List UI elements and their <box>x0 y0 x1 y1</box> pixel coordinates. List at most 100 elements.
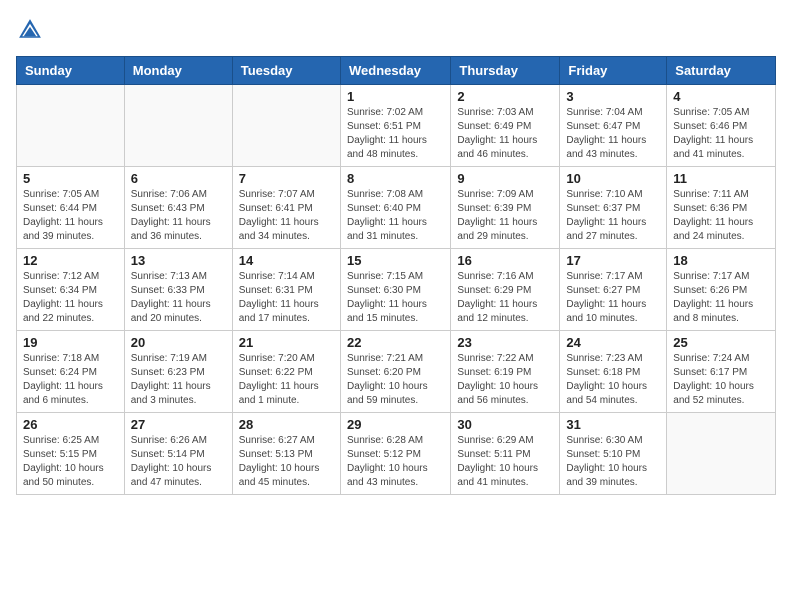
calendar-day-cell: 29 Sunrise: 6:28 AM Sunset: 5:12 PM Dayli… <box>340 413 450 495</box>
calendar-day-cell <box>232 85 340 167</box>
calendar-week-row: 1 Sunrise: 7:02 AM Sunset: 6:51 PM Daylig… <box>17 85 776 167</box>
day-number: 6 <box>131 171 226 186</box>
day-number: 3 <box>566 89 660 104</box>
day-info: Sunrise: 7:13 AM Sunset: 6:33 PM Dayligh… <box>131 270 226 326</box>
day-number: 31 <box>566 417 660 432</box>
calendar-day-cell <box>17 85 125 167</box>
day-number: 19 <box>23 335 118 350</box>
calendar-day-cell: 11Sunrise: 7:11 AM Sunset: 6:36 PM Dayli… <box>667 167 776 249</box>
calendar-day-cell: 8 Sunrise: 7:08 AM Sunset: 6:40 PM Daylig… <box>340 167 450 249</box>
calendar-day-cell: 3Sunrise: 7:04 AM Sunset: 6:47 PM Daylig… <box>560 85 667 167</box>
day-info: Sunrise: 7:21 AM Sunset: 6:20 PM Dayligh… <box>347 352 444 408</box>
day-info: Sunrise: 6:25 AM Sunset: 5:15 PM Dayligh… <box>23 434 118 490</box>
day-info: Sunrise: 7:23 AM Sunset: 6:18 PM Dayligh… <box>566 352 660 408</box>
calendar-day-cell <box>667 413 776 495</box>
day-number: 26 <box>23 417 118 432</box>
calendar-day-cell: 6 Sunrise: 7:06 AM Sunset: 6:43 PM Daylig… <box>124 167 232 249</box>
day-of-week-header: Tuesday <box>232 57 340 85</box>
day-number: 12 <box>23 253 118 268</box>
day-number: 2 <box>457 89 553 104</box>
day-number: 23 <box>457 335 553 350</box>
day-number: 22 <box>347 335 444 350</box>
day-number: 16 <box>457 253 553 268</box>
calendar-day-cell: 13 Sunrise: 7:13 AM Sunset: 6:33 PM Dayli… <box>124 249 232 331</box>
day-number: 10 <box>566 171 660 186</box>
day-info: Sunrise: 7:06 AM Sunset: 6:43 PM Dayligh… <box>131 188 226 244</box>
day-number: 25 <box>673 335 769 350</box>
calendar-day-cell: 24 Sunrise: 7:23 AM Sunset: 6:18 PM Dayli… <box>560 331 667 413</box>
day-info: Sunrise: 7:17 AM Sunset: 6:26 PM Dayligh… <box>673 270 769 326</box>
day-number: 28 <box>239 417 334 432</box>
calendar-day-cell: 28 Sunrise: 6:27 AM Sunset: 5:13 PM Dayli… <box>232 413 340 495</box>
day-number: 7 <box>239 171 334 186</box>
calendar-day-cell <box>124 85 232 167</box>
day-info: Sunrise: 6:27 AM Sunset: 5:13 PM Dayligh… <box>239 434 334 490</box>
calendar-day-cell: 15 Sunrise: 7:15 AM Sunset: 6:30 PM Dayli… <box>340 249 450 331</box>
calendar-week-row: 12 Sunrise: 7:12 AM Sunset: 6:34 PM Dayli… <box>17 249 776 331</box>
calendar-day-cell: 18Sunrise: 7:17 AM Sunset: 6:26 PM Dayli… <box>667 249 776 331</box>
day-info: Sunrise: 7:02 AM Sunset: 6:51 PM Dayligh… <box>347 106 444 162</box>
calendar-table: SundayMondayTuesdayWednesdayThursdayFrid… <box>16 56 776 495</box>
day-info: Sunrise: 7:24 AM Sunset: 6:17 PM Dayligh… <box>673 352 769 408</box>
day-info: Sunrise: 7:15 AM Sunset: 6:30 PM Dayligh… <box>347 270 444 326</box>
day-of-week-header: Monday <box>124 57 232 85</box>
day-number: 14 <box>239 253 334 268</box>
day-info: Sunrise: 6:28 AM Sunset: 5:12 PM Dayligh… <box>347 434 444 490</box>
logo <box>16 16 48 44</box>
calendar-day-cell: 25 Sunrise: 7:24 AM Sunset: 6:17 PM Dayli… <box>667 331 776 413</box>
day-number: 9 <box>457 171 553 186</box>
day-number: 4 <box>673 89 769 104</box>
calendar-day-cell: 1 Sunrise: 7:02 AM Sunset: 6:51 PM Daylig… <box>340 85 450 167</box>
calendar-day-cell: 17 Sunrise: 7:17 AM Sunset: 6:27 PM Dayli… <box>560 249 667 331</box>
day-info: Sunrise: 7:18 AM Sunset: 6:24 PM Dayligh… <box>23 352 118 408</box>
day-info: Sunrise: 7:08 AM Sunset: 6:40 PM Dayligh… <box>347 188 444 244</box>
calendar-day-cell: 12 Sunrise: 7:12 AM Sunset: 6:34 PM Dayli… <box>17 249 125 331</box>
day-number: 15 <box>347 253 444 268</box>
day-number: 11 <box>673 171 769 186</box>
day-of-week-header: Thursday <box>451 57 560 85</box>
calendar-day-cell: 23 Sunrise: 7:22 AM Sunset: 6:19 PM Dayli… <box>451 331 560 413</box>
day-number: 5 <box>23 171 118 186</box>
calendar-header-row: SundayMondayTuesdayWednesdayThursdayFrid… <box>17 57 776 85</box>
day-info: Sunrise: 7:09 AM Sunset: 6:39 PM Dayligh… <box>457 188 553 244</box>
day-number: 21 <box>239 335 334 350</box>
day-of-week-header: Saturday <box>667 57 776 85</box>
day-info: Sunrise: 6:26 AM Sunset: 5:14 PM Dayligh… <box>131 434 226 490</box>
day-info: Sunrise: 7:07 AM Sunset: 6:41 PM Dayligh… <box>239 188 334 244</box>
day-info: Sunrise: 7:14 AM Sunset: 6:31 PM Dayligh… <box>239 270 334 326</box>
day-info: Sunrise: 7:03 AM Sunset: 6:49 PM Dayligh… <box>457 106 553 162</box>
day-number: 17 <box>566 253 660 268</box>
day-number: 27 <box>131 417 226 432</box>
day-info: Sunrise: 7:22 AM Sunset: 6:19 PM Dayligh… <box>457 352 553 408</box>
day-number: 30 <box>457 417 553 432</box>
day-number: 24 <box>566 335 660 350</box>
day-info: Sunrise: 7:16 AM Sunset: 6:29 PM Dayligh… <box>457 270 553 326</box>
day-number: 1 <box>347 89 444 104</box>
day-info: Sunrise: 7:12 AM Sunset: 6:34 PM Dayligh… <box>23 270 118 326</box>
calendar-week-row: 5 Sunrise: 7:05 AM Sunset: 6:44 PM Daylig… <box>17 167 776 249</box>
calendar-day-cell: 4 Sunrise: 7:05 AM Sunset: 6:46 PM Daylig… <box>667 85 776 167</box>
calendar-day-cell: 27 Sunrise: 6:26 AM Sunset: 5:14 PM Dayli… <box>124 413 232 495</box>
calendar-day-cell: 31 Sunrise: 6:30 AM Sunset: 5:10 PM Dayli… <box>560 413 667 495</box>
day-info: Sunrise: 7:05 AM Sunset: 6:46 PM Dayligh… <box>673 106 769 162</box>
day-number: 8 <box>347 171 444 186</box>
day-info: Sunrise: 7:20 AM Sunset: 6:22 PM Dayligh… <box>239 352 334 408</box>
logo-icon <box>16 16 44 44</box>
calendar-day-cell: 30Sunrise: 6:29 AM Sunset: 5:11 PM Dayli… <box>451 413 560 495</box>
calendar-day-cell: 9 Sunrise: 7:09 AM Sunset: 6:39 PM Daylig… <box>451 167 560 249</box>
page-header <box>16 16 776 44</box>
calendar-day-cell: 10Sunrise: 7:10 AM Sunset: 6:37 PM Dayli… <box>560 167 667 249</box>
day-info: Sunrise: 7:17 AM Sunset: 6:27 PM Dayligh… <box>566 270 660 326</box>
day-of-week-header: Friday <box>560 57 667 85</box>
calendar-day-cell: 21 Sunrise: 7:20 AM Sunset: 6:22 PM Dayli… <box>232 331 340 413</box>
calendar-week-row: 19 Sunrise: 7:18 AM Sunset: 6:24 PM Dayli… <box>17 331 776 413</box>
day-number: 29 <box>347 417 444 432</box>
calendar-day-cell: 26 Sunrise: 6:25 AM Sunset: 5:15 PM Dayli… <box>17 413 125 495</box>
day-of-week-header: Wednesday <box>340 57 450 85</box>
day-info: Sunrise: 7:19 AM Sunset: 6:23 PM Dayligh… <box>131 352 226 408</box>
day-info: Sunrise: 7:05 AM Sunset: 6:44 PM Dayligh… <box>23 188 118 244</box>
day-number: 13 <box>131 253 226 268</box>
day-of-week-header: Sunday <box>17 57 125 85</box>
day-info: Sunrise: 6:30 AM Sunset: 5:10 PM Dayligh… <box>566 434 660 490</box>
day-number: 20 <box>131 335 226 350</box>
